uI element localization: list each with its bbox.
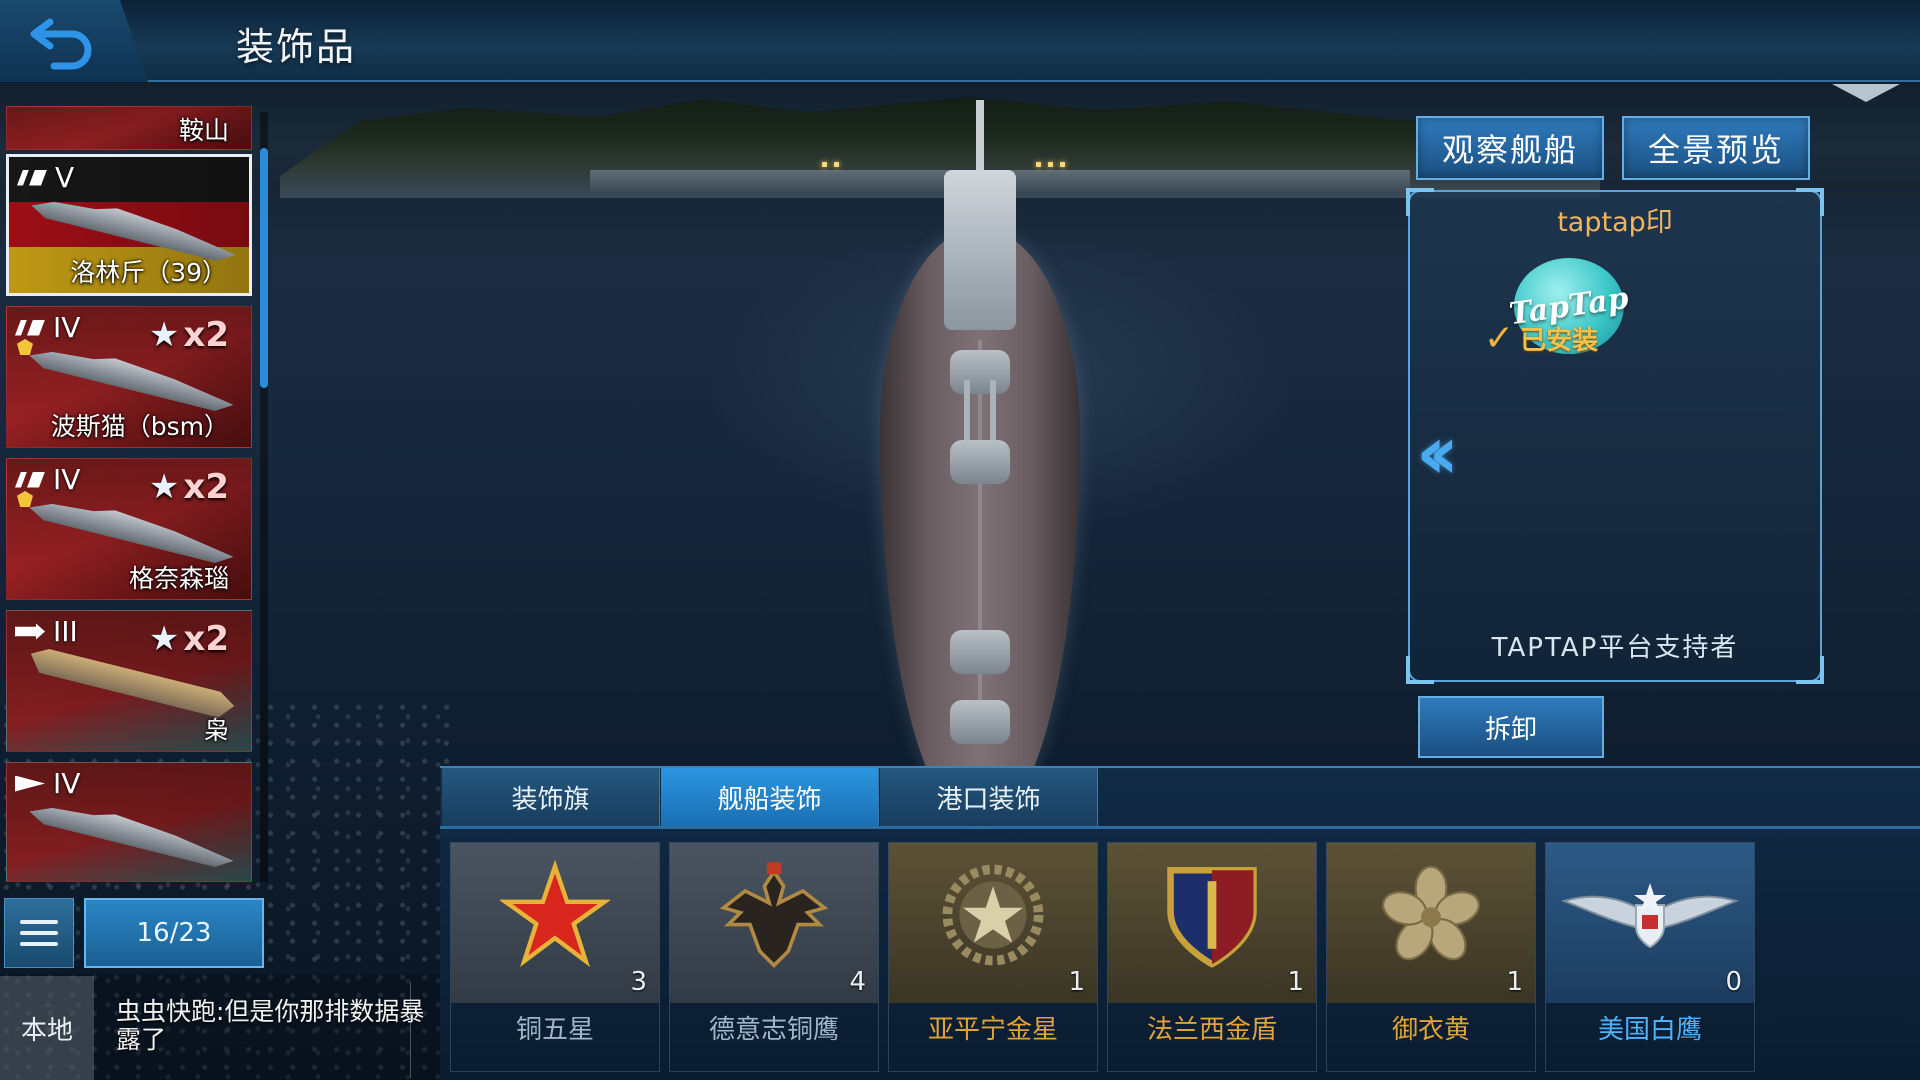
chat-channel-tab[interactable]: 本地 <box>0 976 94 1080</box>
ship-tier: IV <box>53 463 81 496</box>
ship-list-item[interactable]: IV <box>6 762 252 882</box>
installed-status: ✓ 已安装 <box>1484 320 1598 357</box>
flower-emblem-icon <box>1382 865 1480 961</box>
item-name: 德意志铜鹰 <box>708 1015 839 1045</box>
ship-list-item[interactable]: III ★ x2 枭 <box>6 610 252 752</box>
chat-message: 虫虫快跑:但是你那排数据暴露了 <box>116 997 425 1054</box>
checkmark-icon: ✓ <box>1484 317 1515 359</box>
ship-turret <box>950 440 1010 484</box>
ship-tier: IV <box>53 311 81 344</box>
winged-star-icon <box>1560 883 1740 949</box>
destroyer-icon <box>15 775 45 792</box>
ship-superstructure <box>944 170 1016 330</box>
decoration-item[interactable]: 1 御衣黄 <box>1326 842 1536 1072</box>
item-count: 1 <box>1068 967 1085 997</box>
item-count: 1 <box>1506 967 1523 997</box>
ship-tier: V <box>55 161 75 194</box>
item-name: 铜五星 <box>515 1015 594 1045</box>
ship-turret <box>950 700 1010 744</box>
item-detail-panel: taptap印 TapTap ✓ 已安装 ‹‹ TAPTAP平台支持者 <box>1406 188 1824 684</box>
back-button[interactable] <box>0 0 148 82</box>
ship-name: 洛林斤（39） <box>70 258 227 287</box>
list-icon <box>20 920 58 946</box>
ship-name: 波斯猫（bsm） <box>50 412 229 441</box>
bonus-multiplier: x2 <box>183 315 229 355</box>
item-name: 美国白鹰 <box>1597 1015 1702 1045</box>
decoration-item[interactable]: 4 德意志铜鹰 <box>669 842 879 1072</box>
gold-shield-icon <box>1167 867 1257 968</box>
ship-list-scrollbar[interactable] <box>260 112 268 882</box>
star-icon: ★ <box>148 315 180 355</box>
decoration-item[interactable]: 1 亚平宁金星 <box>888 842 1098 1072</box>
scrollbar-thumb[interactable] <box>260 148 268 388</box>
tab-flags[interactable]: 装饰旗 <box>442 768 660 826</box>
tab-ship-decoration[interactable]: 舰船装饰 <box>661 768 879 826</box>
harbor-light <box>822 162 827 167</box>
ship-list[interactable]: 鞍山 V 洛林斤（39） IV ★ x2 波斯猫（bsm） IV ★ x2 格奈森瑙… <box>0 106 270 896</box>
bonus-multiplier: x2 <box>183 619 229 659</box>
collapse-indicator-icon[interactable] <box>1832 84 1900 102</box>
item-name: 亚平宁金星 <box>927 1015 1058 1045</box>
decoration-item[interactable]: 1 法兰西金盾 <box>1107 842 1317 1072</box>
decoration-item[interactable]: 0 美国白鹰 <box>1545 842 1755 1072</box>
ship-list-item[interactable]: 鞍山 <box>6 106 252 150</box>
ship-list-item[interactable]: IV ★ x2 格奈森瑙 <box>6 458 252 600</box>
battleship-icon <box>15 471 45 488</box>
gold-star-gear-icon <box>942 864 1044 966</box>
list-view-button[interactable] <box>4 898 74 968</box>
ship-counter: 16/23 <box>84 898 264 968</box>
item-count: 1 <box>1287 967 1304 997</box>
top-bar: 装饰品 <box>0 0 1920 82</box>
bonus-multiplier: x2 <box>183 467 229 507</box>
chevron-double-left-icon[interactable]: ‹‹ <box>1416 410 1459 496</box>
ship-turret <box>950 350 1010 394</box>
red-star-icon <box>500 860 610 968</box>
star-icon: ★ <box>148 467 180 507</box>
ship-name: 枭 <box>203 716 229 745</box>
ship-list-item[interactable]: IV ★ x2 波斯猫（bsm） <box>6 306 252 448</box>
ship-name: 格奈森瑙 <box>128 564 229 593</box>
item-count: 4 <box>849 967 866 997</box>
battleship-3d-model[interactable] <box>860 100 1100 830</box>
tab-port-decoration[interactable]: 港口装饰 <box>880 768 1098 826</box>
harbor-light <box>834 162 839 167</box>
decoration-item[interactable]: 3 铜五星 <box>450 842 660 1072</box>
battleship-icon <box>17 169 47 186</box>
ship-tier: IV <box>53 767 81 800</box>
item-description: TAPTAP平台支持者 <box>1491 633 1739 663</box>
panorama-preview-button[interactable]: 全景预览 <box>1622 116 1810 180</box>
installed-label: 已安装 <box>1520 326 1599 356</box>
observe-ship-button[interactable]: 观察舰船 <box>1416 116 1604 180</box>
ship-tier: III <box>53 615 78 648</box>
ship-list-item-selected[interactable]: V 洛林斤（39） <box>6 154 252 296</box>
item-count: 0 <box>1725 967 1742 997</box>
star-icon: ★ <box>148 619 180 659</box>
ship-name: 鞍山 <box>178 116 229 145</box>
item-title: taptap印 <box>1557 207 1673 238</box>
carrier-icon <box>15 623 45 640</box>
battleship-icon <box>15 319 45 336</box>
item-count: 3 <box>630 967 647 997</box>
ship-turret <box>950 630 1010 674</box>
item-name: 法兰西金盾 <box>1146 1015 1277 1045</box>
unequip-button[interactable]: 拆卸 <box>1418 696 1604 758</box>
item-name: 御衣黄 <box>1391 1015 1470 1045</box>
page-title: 装饰品 <box>236 25 357 69</box>
back-arrow-icon <box>30 18 92 70</box>
eagle-icon <box>719 862 829 968</box>
